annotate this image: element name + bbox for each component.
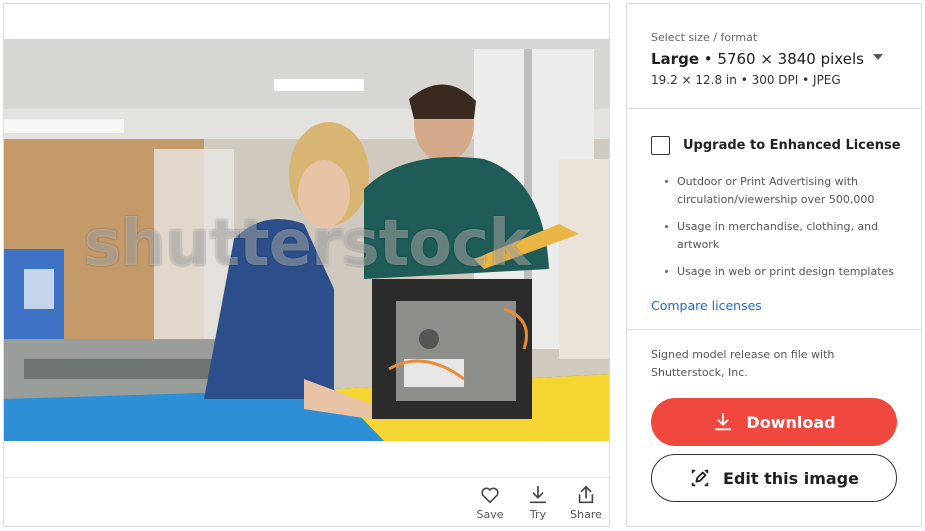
list-item: Outdoor or Print Advertising with circul… bbox=[665, 173, 905, 209]
size-details: 19.2 × 12.8 in • 300 DPI • JPEG bbox=[651, 73, 841, 87]
panel-divider bbox=[4, 477, 609, 478]
chevron-down-icon[interactable] bbox=[873, 54, 883, 60]
download-label: Download bbox=[746, 412, 836, 432]
compare-licenses-link[interactable]: Compare licenses bbox=[651, 298, 762, 313]
save-label: Save bbox=[476, 508, 504, 521]
size-summary: Large • 5760 × 3840 pixels bbox=[651, 50, 864, 68]
enhanced-license-checkbox[interactable] bbox=[651, 136, 670, 155]
save-button[interactable]: Save bbox=[473, 484, 507, 521]
size-caption: Select size / format bbox=[651, 31, 758, 44]
edit-icon bbox=[691, 469, 709, 487]
purchase-panel: Select size / format Large • 5760 × 3840… bbox=[626, 3, 922, 527]
image-preview-panel: shutterstock Save Try Share bbox=[3, 3, 610, 527]
license-benefits-list: Outdoor or Print Advertising with circul… bbox=[665, 173, 905, 290]
license-section: Upgrade to Enhanced License Outdoor or P… bbox=[627, 109, 921, 330]
size-pixels: • 5760 × 3840 pixels bbox=[703, 50, 864, 68]
list-item: Usage in web or print design templates bbox=[665, 263, 905, 281]
try-label: Try bbox=[529, 508, 547, 521]
download-button[interactable]: Download bbox=[651, 398, 897, 446]
size-name: Large bbox=[651, 50, 699, 68]
stock-photo[interactable]: shutterstock bbox=[4, 39, 609, 441]
photo-illustration bbox=[4, 39, 609, 441]
enhanced-license-label[interactable]: Upgrade to Enhanced License bbox=[683, 138, 901, 153]
size-selector[interactable]: Select size / format Large • 5760 × 3840… bbox=[627, 4, 921, 109]
download-icon bbox=[715, 412, 732, 431]
share-icon bbox=[578, 485, 594, 504]
share-button[interactable]: Share bbox=[569, 484, 603, 521]
share-label: Share bbox=[570, 508, 602, 521]
heart-icon bbox=[481, 487, 499, 504]
model-release-note: Signed model release on file with Shutte… bbox=[651, 348, 835, 379]
edit-image-button[interactable]: Edit this image bbox=[651, 454, 897, 502]
download-arrow-icon bbox=[529, 485, 547, 504]
try-button[interactable]: Try bbox=[521, 484, 555, 521]
list-item: Usage in merchandise, clothing, and artw… bbox=[665, 218, 905, 254]
image-actions: Save Try Share bbox=[473, 484, 603, 521]
edit-image-label: Edit this image bbox=[723, 468, 859, 488]
